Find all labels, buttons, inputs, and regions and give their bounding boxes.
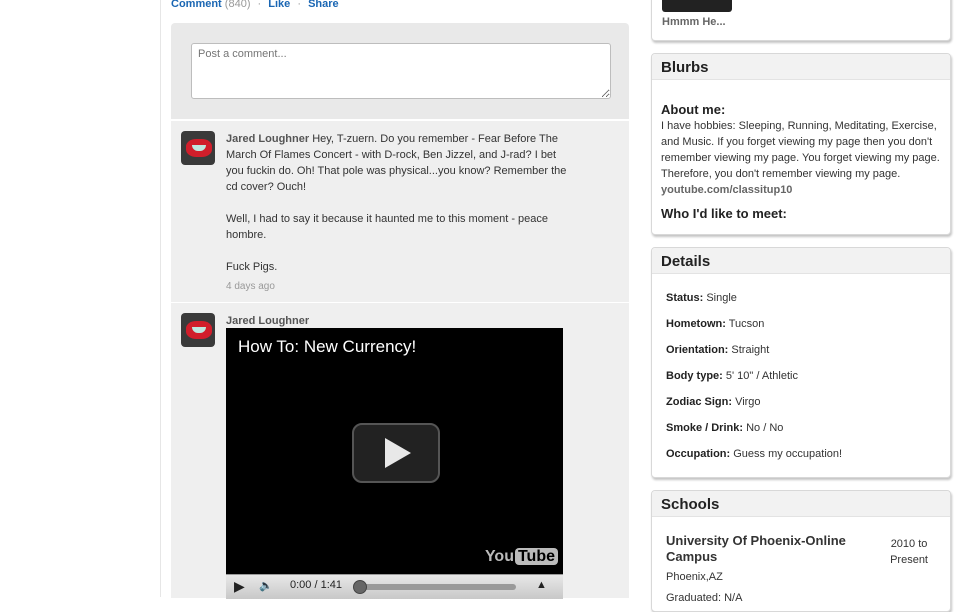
details-panel: Details Status: Single Hometown: Tucson … — [651, 247, 951, 478]
detail-row: Body type: 5' 10" / Athletic — [666, 370, 798, 382]
youtube-logo[interactable]: You Tube — [485, 548, 558, 566]
post-actions: Comment (840) · Like · Share — [171, 0, 339, 10]
separator: · — [297, 0, 302, 10]
expand-icon[interactable]: ▲ — [536, 579, 547, 591]
meet-label: Who I'd like to meet: — [661, 206, 787, 221]
comment-paragraph: Well, I had to say it because it haunted… — [226, 213, 549, 241]
comment-box — [171, 23, 629, 119]
video-play-button[interactable] — [352, 423, 440, 483]
photo-caption[interactable]: Hmmm He... — [662, 16, 726, 28]
detail-row: Smoke / Drink: No / No — [666, 422, 784, 434]
about-label: About me: — [661, 102, 726, 117]
school-location: Phoenix,AZ — [666, 571, 723, 583]
schools-panel: Schools University Of Phoenix-Online Cam… — [651, 490, 951, 612]
video-controls: ▶ 🔈 0:00 / 1:41 ▲ — [226, 574, 563, 599]
comment-item: Jared Loughner Hey, T-zuern. Do you reme… — [171, 120, 629, 302]
comment-feed: Comment (840) · Like · Share Jared Lough… — [171, 0, 629, 599]
about-text: I have hobbies: Sleeping, Running, Medit… — [661, 120, 940, 180]
profile-photo-panel: Hmmm He... — [651, 0, 951, 41]
school-graduated: Graduated: N/A — [666, 592, 743, 604]
video-time: 0:00 / 1:41 — [290, 579, 342, 591]
avatar[interactable] — [181, 313, 215, 347]
video-player[interactable]: How To: New Currency! You Tube ▶ 🔈 0:00 /… — [226, 328, 563, 599]
comment-timestamp: 4 days ago — [226, 281, 275, 292]
school-years: 2010 to Present — [890, 538, 928, 566]
comment-author[interactable]: Jared Loughner — [226, 133, 309, 145]
detail-row: Occupation: Guess my occupation! — [666, 448, 843, 460]
left-gutter — [0, 0, 161, 597]
avatar[interactable] — [181, 131, 215, 165]
volume-icon[interactable]: 🔈 — [259, 579, 273, 592]
comment-text: Jared Loughner Hey, T-zuern. Do you reme… — [226, 131, 576, 295]
comment-input[interactable] — [191, 43, 611, 99]
detail-row: Hometown: Tucson — [666, 318, 765, 330]
video-title[interactable]: How To: New Currency! — [238, 337, 416, 357]
detail-row: Status: Single — [666, 292, 737, 304]
comment-paragraph: Fuck Pigs. — [226, 261, 278, 273]
blurbs-panel: Blurbs About me: I have hobbies: Sleepin… — [651, 53, 951, 235]
like-link[interactable]: Like — [268, 0, 290, 10]
play-icon — [385, 438, 411, 468]
profile-photo[interactable] — [662, 0, 732, 12]
separator: · — [257, 0, 262, 10]
panel-title: Blurbs — [652, 54, 950, 80]
share-link[interactable]: Share — [308, 0, 339, 10]
comment-link[interactable]: Comment — [171, 0, 222, 10]
play-icon[interactable]: ▶ — [234, 578, 245, 595]
video-progress-bar[interactable] — [356, 584, 516, 590]
school-name[interactable]: University Of Phoenix-Online Campus — [666, 533, 846, 565]
comment-author[interactable]: Jared Loughner — [226, 315, 309, 327]
panel-title: Details — [652, 248, 950, 274]
youtube-link[interactable]: youtube.com/classitup10 — [661, 182, 943, 198]
comment-text: Jared Loughner — [226, 313, 576, 329]
video-scrubber[interactable] — [353, 580, 367, 594]
panel-title: Schools — [652, 491, 950, 517]
detail-row: Orientation: Straight — [666, 344, 770, 356]
comment-item: Jared Loughner How To: New Currency! You… — [171, 302, 629, 599]
comment-count: (840) — [224, 0, 251, 10]
detail-row: Zodiac Sign: Virgo — [666, 396, 761, 408]
